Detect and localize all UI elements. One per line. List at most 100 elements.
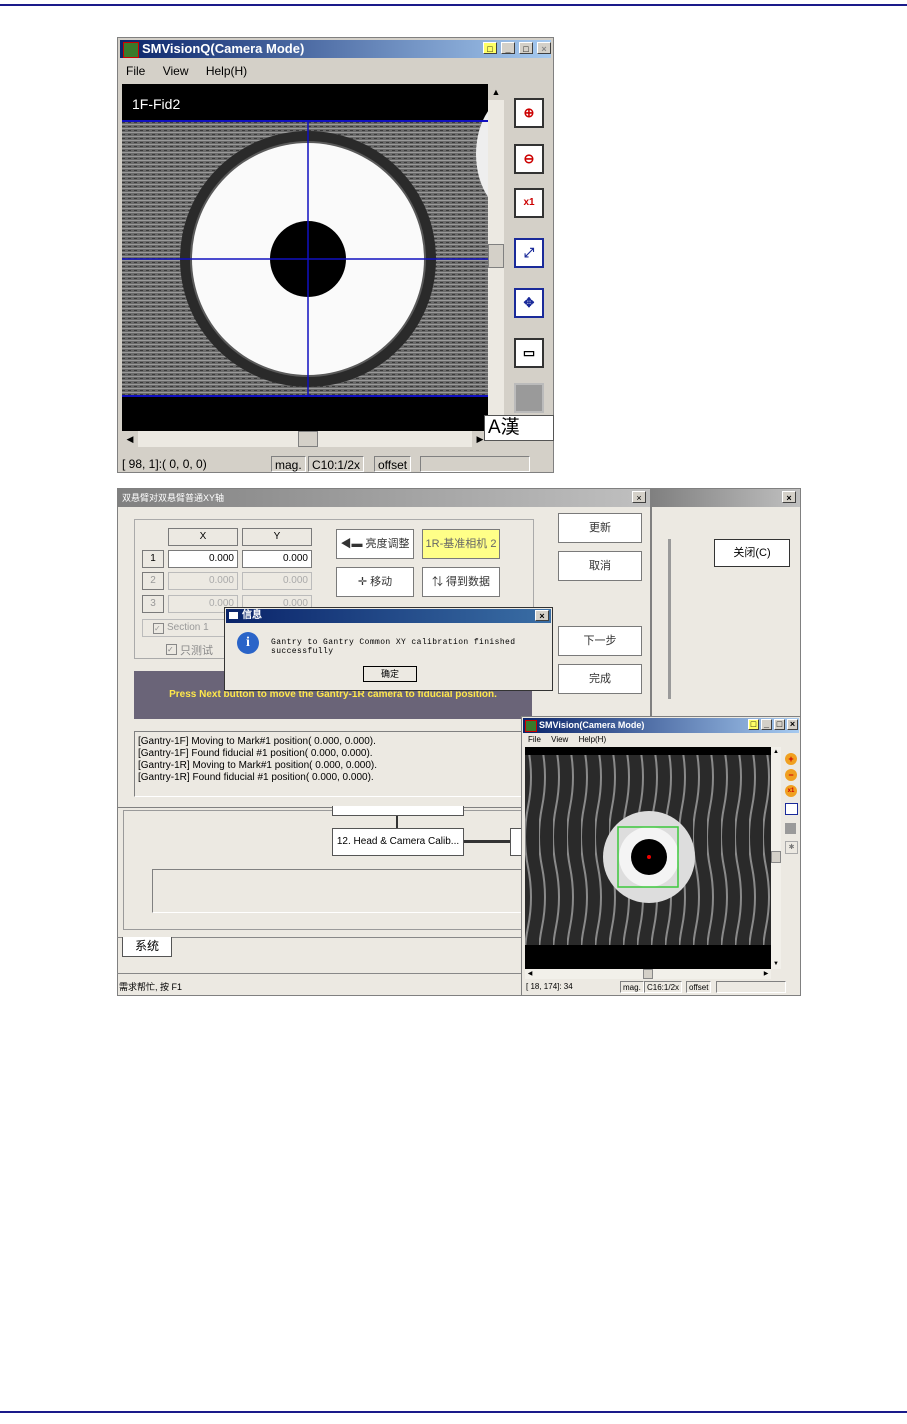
flow-connector <box>396 816 398 828</box>
small-camera-view[interactable] <box>525 747 771 969</box>
close-button[interactable]: × <box>787 719 798 730</box>
flow-node-partial[interactable] <box>332 806 464 816</box>
gray-square-icon[interactable] <box>514 383 544 413</box>
zoom-x1-icon[interactable]: x1 <box>514 188 544 218</box>
horizontal-scrollbar[interactable]: ◀ ▶ <box>122 431 488 447</box>
get-data-button[interactable]: ⇅ 得到数据 <box>422 567 500 597</box>
status-mag-label: mag. <box>271 456 306 472</box>
small-status-offset-value <box>716 981 786 993</box>
scroll-thumb[interactable] <box>771 851 781 863</box>
info-icon: i <box>237 632 259 654</box>
brightness-button[interactable]: ◀▬ 亮度调整 <box>336 529 414 559</box>
check-icon: ✓ <box>153 623 164 634</box>
tool-column: ⊕ ⊖ x1 ⤢ ✥ ▭ <box>508 88 550 418</box>
section-checkbox[interactable]: ✓ Section 1 <box>142 619 232 637</box>
info-message-box: 信息 × i Gantry to Gantry Common XY calibr… <box>224 607 553 691</box>
scroll-up-icon[interactable]: ▲ <box>771 747 781 757</box>
zoom-in-icon[interactable]: + <box>785 753 797 765</box>
scroll-left-icon[interactable]: ◀ <box>525 969 535 979</box>
zoom-out-icon[interactable]: ⊖ <box>514 144 544 174</box>
calibration-close-icon[interactable]: × <box>632 491 646 503</box>
small-window-title: SMVision(Camera Mode) <box>539 720 645 730</box>
menu-view[interactable]: View <box>163 64 189 78</box>
check-icon: ✓ <box>166 644 177 655</box>
flow-node-head-camera[interactable]: 12. Head & Camera Calib... <box>332 828 464 856</box>
scroll-up-icon[interactable]: ▲ <box>488 84 504 100</box>
window-icon[interactable]: ▭ <box>514 338 544 368</box>
info-close-icon[interactable]: × <box>535 610 549 621</box>
small-menu-bar: File View Help(H) <box>528 735 620 744</box>
right-panel-titlebar: × <box>652 489 800 507</box>
finish-button[interactable]: 完成 <box>558 664 642 694</box>
minimize-button[interactable]: _ <box>501 42 515 54</box>
small-camera-window: SMVision(Camera Mode) □ _ □ × File View … <box>521 716 801 996</box>
cancel-button[interactable]: 取消 <box>558 551 642 581</box>
right-panel-close-icon[interactable]: × <box>782 491 796 503</box>
small-window-titlebar: SMVision(Camera Mode) □ _ □ × <box>523 718 799 733</box>
gray-square-icon[interactable] <box>785 823 796 834</box>
header-rule <box>0 4 907 6</box>
status-divider <box>117 973 523 974</box>
info-message: Gantry to Gantry Common XY calibration f… <box>271 638 516 656</box>
menu-help[interactable]: Help(H) <box>579 735 607 744</box>
menu-file[interactable]: File <box>126 64 145 78</box>
info-title: 信息 <box>242 610 262 621</box>
y-input-2[interactable]: 0.000 <box>242 572 312 590</box>
scroll-down-icon[interactable]: ▼ <box>771 959 781 969</box>
ime-bar[interactable]: A漢 <box>484 415 554 441</box>
small-status-mag-value: C16:1/2x <box>644 981 683 993</box>
next-button[interactable]: 下一步 <box>558 626 642 656</box>
panel-divider <box>668 539 671 699</box>
move-button[interactable]: ✛ 移动 <box>336 567 414 597</box>
menu-help[interactable]: Help(H) <box>206 64 247 78</box>
right-panel: × 关闭(C) <box>651 488 801 718</box>
maximize-button[interactable]: □ <box>774 719 785 730</box>
x-input-1[interactable]: 0.000 <box>168 550 238 568</box>
scroll-thumb[interactable] <box>488 244 504 268</box>
pin-button[interactable]: □ <box>483 42 497 54</box>
expand-icon[interactable]: ✥ <box>514 288 544 318</box>
scroll-left-icon[interactable]: ◀ <box>122 431 138 447</box>
scroll-thumb-h[interactable] <box>643 969 653 979</box>
small-tool-column: + − x1 ✱ <box>785 753 799 863</box>
tab-system[interactable]: 系统 <box>122 937 172 957</box>
scroll-right-icon[interactable]: ▶ <box>761 969 771 979</box>
vertical-scrollbar[interactable]: ▲ <box>488 84 504 436</box>
small-vertical-scrollbar[interactable]: ▲ ▼ <box>771 747 781 969</box>
zoom-in-icon[interactable]: ⊕ <box>514 98 544 128</box>
camera-window: SMVisionQ(Camera Mode) □ _ □ × File View… <box>117 37 554 473</box>
x-input-2[interactable]: 0.000 <box>168 572 238 590</box>
status-mag-value: C10:1/2x <box>308 456 365 472</box>
pin-button[interactable]: □ <box>748 719 759 730</box>
ime-icon[interactable]: ✱ <box>785 841 798 854</box>
camera-window-titlebar: SMVisionQ(Camera Mode) □ _ □ × <box>120 40 551 58</box>
scroll-thumb-h[interactable] <box>298 431 318 447</box>
test-only-checkbox[interactable]: ✓ 只测试 <box>166 642 213 658</box>
update-button[interactable]: 更新 <box>558 513 642 543</box>
maximize-button[interactable]: □ <box>519 42 533 54</box>
status-offset-value <box>420 456 530 472</box>
small-horizontal-scrollbar[interactable]: ◀ ▶ <box>525 969 771 979</box>
row-number: 2 <box>142 572 164 590</box>
window-icon[interactable] <box>785 803 798 815</box>
camera-view[interactable]: 1F-Fid2 <box>122 84 488 436</box>
notes-panel <box>152 869 524 913</box>
y-input-1[interactable]: 0.000 <box>242 550 312 568</box>
close-button[interactable]: × <box>537 42 551 54</box>
menu-bar: File View Help(H) <box>126 64 261 78</box>
small-fiducial-image <box>525 755 771 945</box>
fiducial-image <box>122 111 488 397</box>
row-number: 3 <box>142 595 164 613</box>
zoom-out-icon[interactable]: − <box>785 769 797 781</box>
minimize-button[interactable]: _ <box>761 719 772 730</box>
section-label: Section 1 <box>167 622 209 633</box>
menu-file[interactable]: File <box>528 735 541 744</box>
camera-select-button[interactable]: 1R-基准相机 2 <box>422 529 500 559</box>
fit-icon[interactable]: ⤢ <box>514 238 544 268</box>
close-c-button[interactable]: 关闭(C) <box>714 539 790 567</box>
zoom-x1-icon[interactable]: x1 <box>785 785 797 797</box>
window-icon <box>229 612 238 619</box>
status-coords: [ 98, 1]:( 0, 0, 0) <box>122 457 207 471</box>
menu-view[interactable]: View <box>551 735 568 744</box>
ok-button[interactable]: 确定 <box>363 666 417 682</box>
